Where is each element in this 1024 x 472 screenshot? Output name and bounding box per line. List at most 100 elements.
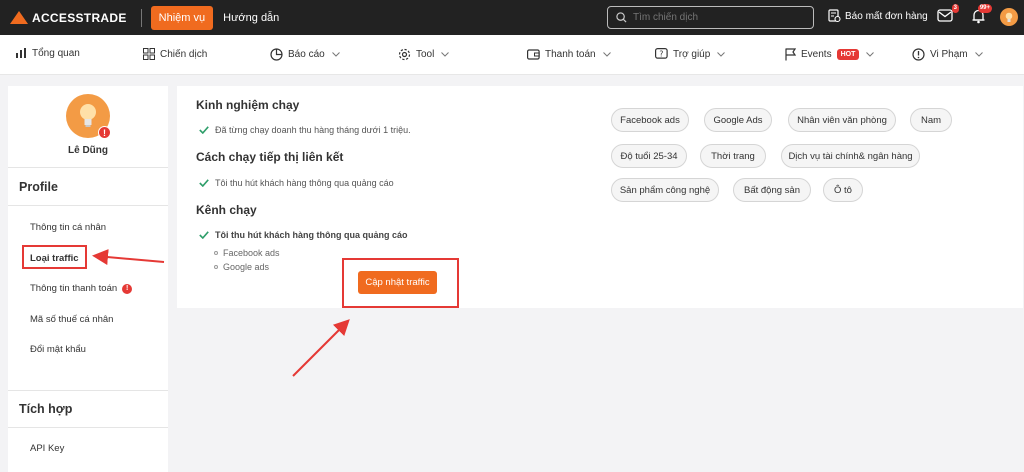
avatar-alert-icon: !: [98, 126, 111, 139]
nav-tool[interactable]: Tool: [398, 48, 450, 61]
mission-button[interactable]: Nhiệm vụ: [150, 5, 214, 30]
chevron-down-icon: [441, 52, 450, 57]
nav-reports-label: Báo cáo: [288, 49, 325, 60]
channel-title: Kênh chạy: [196, 203, 257, 217]
notification-badge: 99+: [977, 4, 992, 13]
nav-violations[interactable]: Vi Phạm: [912, 48, 983, 61]
nav-payment[interactable]: Thanh toán: [527, 48, 611, 60]
chevron-down-icon: [717, 52, 726, 57]
sidebar-item-label: Thông tin thanh toán: [30, 283, 118, 294]
nav-campaigns[interactable]: Chiến dịch: [143, 48, 207, 60]
check-icon: [199, 179, 209, 187]
sidebar-item-payment-info[interactable]: Thông tin thanh toán !: [30, 283, 133, 294]
arrow-to-update-button: [292, 319, 350, 377]
tag-chip: Nam: [910, 108, 952, 132]
notification-button[interactable]: 99+: [971, 4, 992, 29]
hot-badge: HOT: [836, 49, 860, 60]
integration-section-title: Tích hợp: [19, 402, 73, 416]
search-box[interactable]: [607, 6, 814, 29]
sidebar-item-tax-code[interactable]: Mã số thuế cá nhân: [30, 314, 113, 325]
chevron-down-icon: [331, 52, 340, 57]
main-nav: Tổng quan Chiến dịch Báo cáo Tool Thanh …: [0, 35, 1024, 75]
tag-chip: Sản phẩm công nghệ: [611, 178, 719, 202]
nav-events[interactable]: Events HOT: [785, 48, 875, 61]
report-icon: [828, 9, 841, 23]
avatar[interactable]: [1000, 8, 1018, 26]
nav-help[interactable]: ? Trợ giúp: [655, 48, 726, 61]
wallet-icon: [527, 49, 540, 60]
warning-icon: !: [122, 283, 133, 294]
nav-reports[interactable]: Báo cáo: [270, 48, 340, 61]
alert-circle-icon: [912, 48, 925, 61]
pie-chart-icon: [270, 48, 283, 61]
search-icon: [616, 12, 627, 23]
method-item: Tôi thu hút khách hàng thông qua quảng c…: [199, 178, 394, 188]
sidebar-item-api-key[interactable]: API Key: [30, 443, 64, 454]
tag-chip: Ô tô: [823, 178, 863, 202]
highlight-box-traffic-type: [22, 245, 87, 269]
mail-button[interactable]: 3: [937, 4, 959, 28]
channel-sub-label: Google ads: [223, 262, 270, 272]
check-icon: [199, 126, 209, 134]
top-bar: ACCESSTRADE Nhiệm vụ Hướng dẫn Báo mất đ…: [0, 0, 1024, 35]
channel-text: Tôi thu hút khách hàng thông qua quảng c…: [215, 230, 408, 240]
flag-icon: [785, 48, 796, 61]
grid-icon: [143, 48, 155, 60]
nav-overview-label: Tổng quan: [32, 48, 80, 59]
experience-text: Đã từng chạy doanh thu hàng tháng dưới 1…: [215, 125, 411, 135]
channel-sub-item: Facebook ads: [214, 248, 280, 258]
method-text: Tôi thu hút khách hàng thông qua quảng c…: [215, 178, 394, 188]
divider: [140, 8, 142, 27]
tag-chip: Nhân viên văn phòng: [788, 108, 896, 132]
nav-violations-label: Vi Phạm: [930, 49, 968, 60]
divider: [8, 390, 168, 391]
experience-title: Kinh nghiệm chạy: [196, 98, 300, 112]
mail-icon: [937, 9, 953, 22]
channel-item: Tôi thu hút khách hàng thông qua quảng c…: [199, 230, 408, 240]
nav-campaigns-label: Chiến dịch: [160, 48, 208, 60]
channel-sub-label: Facebook ads: [223, 248, 280, 258]
nav-events-label: Events: [801, 49, 832, 60]
report-lost-order-link[interactable]: Báo mất đơn hàng: [828, 9, 928, 23]
user-name: Lê Dũng: [68, 145, 108, 156]
guide-link[interactable]: Hướng dẫn: [223, 12, 279, 24]
sidebar-item-label: Mã số thuế cá nhân: [30, 314, 114, 325]
search-input[interactable]: [633, 12, 803, 23]
lightbulb-icon: [80, 104, 96, 127]
logo-icon: [10, 11, 28, 24]
bullet-icon: [214, 265, 218, 269]
tag-chip: Thời trang: [700, 144, 766, 168]
tag-chip: Google Ads: [704, 108, 772, 132]
profile-sidebar: ! Lê Dũng Profile Thông tin cá nhân Loại…: [8, 86, 168, 472]
sidebar-item-personal-info[interactable]: Thông tin cá nhân: [30, 222, 106, 233]
nav-overview[interactable]: Tổng quan: [15, 48, 80, 59]
nav-tool-label: Tool: [416, 49, 435, 60]
highlight-box-update-button: [342, 258, 459, 308]
lightbulb-icon: [1005, 12, 1013, 22]
gear-icon: [398, 48, 411, 61]
traffic-card: Kinh nghiệm chạy Đã từng chạy doanh thu …: [177, 86, 1023, 308]
sidebar-item-label: Đổi mật khẩu: [30, 344, 86, 355]
help-chat-icon: ?: [655, 48, 668, 59]
channel-sub-item: Google ads: [214, 262, 269, 272]
nav-payment-label: Thanh toán: [545, 48, 596, 60]
divider: [8, 427, 168, 428]
check-icon: [199, 231, 209, 239]
sidebar-item-change-password[interactable]: Đổi mật khẩu: [30, 344, 86, 355]
sidebar-item-label: Thông tin cá nhân: [30, 222, 107, 233]
sidebar-item-label: API Key: [30, 443, 65, 454]
chevron-down-icon: [866, 52, 875, 57]
svg-text:?: ?: [659, 49, 663, 58]
logo-text: ACCESSTRADE: [32, 10, 127, 25]
logo[interactable]: ACCESSTRADE: [10, 11, 127, 25]
report-label: Báo mất đơn hàng: [845, 10, 928, 22]
method-title: Cách chạy tiếp thị liên kết: [196, 150, 344, 164]
chevron-down-icon: [974, 52, 983, 57]
divider: [8, 205, 168, 206]
profile-section-title: Profile: [19, 180, 58, 194]
divider: [8, 167, 168, 168]
tag-chip: Độ tuổi 25-34: [611, 144, 687, 168]
nav-help-label: Trợ giúp: [673, 49, 711, 60]
experience-item: Đã từng chạy doanh thu hàng tháng dưới 1…: [199, 125, 411, 135]
bar-chart-icon: [16, 48, 26, 58]
